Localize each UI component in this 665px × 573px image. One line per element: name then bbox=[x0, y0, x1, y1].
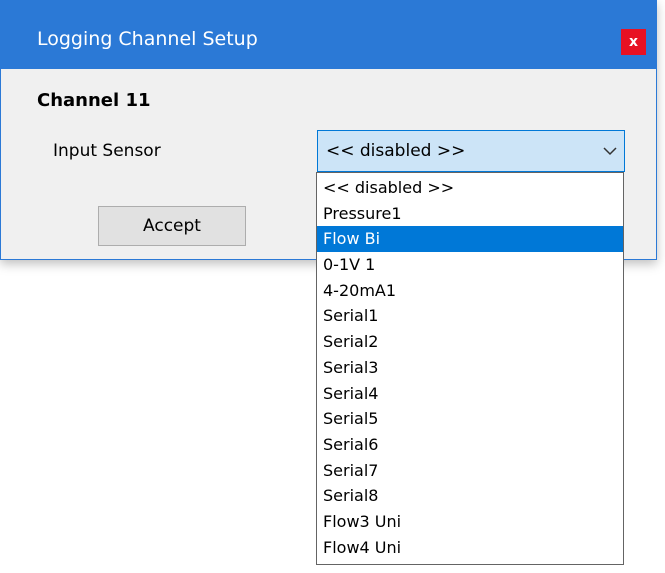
input-sensor-combobox[interactable]: << disabled >> bbox=[317, 130, 625, 172]
dropdown-option[interactable]: Serial3 bbox=[317, 355, 623, 381]
dropdown-option[interactable]: Serial8 bbox=[317, 483, 623, 509]
dropdown-option[interactable]: Serial6 bbox=[317, 432, 623, 458]
close-button[interactable]: x bbox=[621, 29, 646, 55]
dropdown-option[interactable]: 4-20mA1 bbox=[317, 278, 623, 304]
dropdown-option[interactable]: Flow4 Uni bbox=[317, 535, 623, 561]
dropdown-option[interactable]: Pressure1 bbox=[317, 201, 623, 227]
dropdown-option[interactable]: Flow3 Uni bbox=[317, 509, 623, 535]
title-bar[interactable]: Logging Channel Setup x bbox=[1, 1, 656, 69]
channel-title: Channel 11 bbox=[37, 90, 151, 111]
dropdown-option[interactable]: Serial2 bbox=[317, 329, 623, 355]
input-sensor-label: Input Sensor bbox=[53, 141, 161, 161]
chevron-down-icon[interactable] bbox=[596, 131, 624, 171]
dropdown-option[interactable]: Serial4 bbox=[317, 381, 623, 407]
dropdown-option[interactable]: Serial5 bbox=[317, 406, 623, 432]
dropdown-option[interactable]: 0-1V 1 bbox=[317, 252, 623, 278]
combobox-value: << disabled >> bbox=[326, 141, 466, 161]
dropdown-option[interactable]: Flow Bi bbox=[317, 226, 623, 253]
dropdown-option[interactable]: << disabled >> bbox=[317, 175, 623, 201]
dropdown-option[interactable]: Serial1 bbox=[317, 303, 623, 329]
window-title: Logging Channel Setup bbox=[37, 28, 258, 50]
dropdown-option[interactable]: Serial7 bbox=[317, 458, 623, 484]
accept-button[interactable]: Accept bbox=[98, 206, 246, 246]
sensor-dropdown-list[interactable]: << disabled >> Pressure1 Flow Bi 0-1V 1 4-20… bbox=[316, 172, 624, 565]
close-icon: x bbox=[628, 34, 639, 50]
